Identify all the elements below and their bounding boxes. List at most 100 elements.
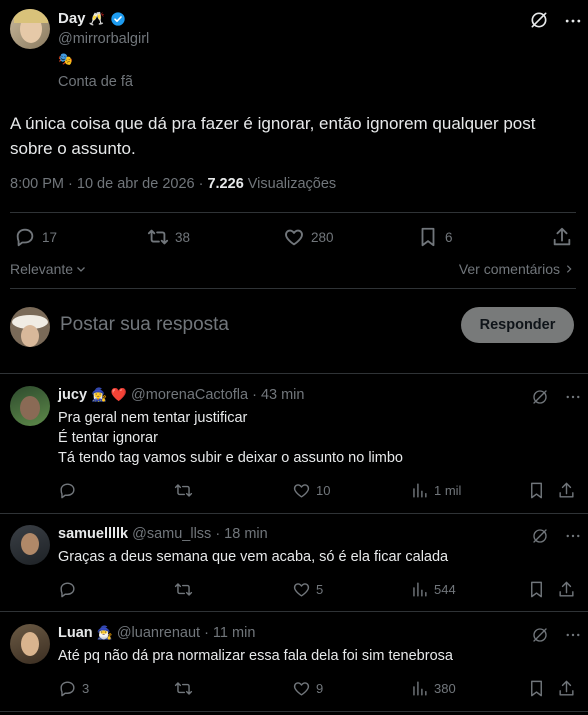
reply-author-emojis: 🧙‍♂️ <box>96 625 113 640</box>
bookmark-button[interactable] <box>527 481 546 500</box>
share-button[interactable] <box>557 481 576 500</box>
reply-action-bar: 3 9 380 <box>58 679 578 699</box>
bookmark-count: 6 <box>445 229 453 245</box>
bio-label: Conta de fã <box>58 74 133 90</box>
repost-button[interactable] <box>174 580 193 599</box>
reply-author-name[interactable]: Luan <box>58 625 93 641</box>
divider <box>10 288 576 289</box>
current-user-avatar[interactable] <box>10 307 50 347</box>
analytics-icon <box>413 681 427 696</box>
reply-author-name[interactable]: samuellllk <box>58 526 128 542</box>
share-icon <box>559 680 574 696</box>
grok-icon[interactable] <box>529 10 549 30</box>
share-button[interactable] <box>551 226 573 248</box>
reply-input[interactable]: Postar sua resposta <box>60 314 440 336</box>
reply-icon <box>60 681 75 697</box>
author-name[interactable]: Day <box>58 10 86 27</box>
bookmark-button[interactable] <box>527 580 546 599</box>
views-label: Visualizações <box>247 176 337 192</box>
like-count: 5 <box>316 582 324 597</box>
views-count: 380 <box>434 681 456 696</box>
reply-author-handle[interactable]: @luanrenaut <box>117 625 200 641</box>
more-options-icon[interactable] <box>563 11 583 31</box>
share-icon <box>559 581 574 597</box>
reply-button[interactable]: 3 <box>58 679 89 698</box>
heart-icon <box>283 226 305 248</box>
repost-button[interactable] <box>174 481 193 500</box>
post-text: A única coisa que dá pra fazer é ignorar… <box>10 114 536 158</box>
like-count: 9 <box>316 681 324 696</box>
like-button[interactable]: 10 <box>292 481 330 500</box>
sort-dropdown[interactable]: Relevante <box>10 261 87 277</box>
reply-submit-button[interactable]: Responder <box>461 307 574 343</box>
repost-icon <box>174 682 193 695</box>
like-button[interactable]: 5 <box>292 580 323 599</box>
sort-label: Relevante <box>10 261 74 277</box>
like-button[interactable]: 9 <box>292 679 323 698</box>
analytics-icon <box>413 582 427 597</box>
views-count: 1 mil <box>434 483 462 498</box>
reply-button[interactable] <box>58 580 77 599</box>
reply-avatar[interactable] <box>10 525 50 565</box>
views-button[interactable]: 380 <box>410 679 456 698</box>
heart-icon <box>293 682 310 696</box>
views-button[interactable]: 1 mil <box>410 481 461 500</box>
like-button[interactable]: 280 <box>283 226 334 248</box>
analytics-icon <box>413 483 427 498</box>
reply-author-handle[interactable]: @morenaCactofla <box>131 387 248 403</box>
divider <box>0 513 588 514</box>
reply-action-bar: 10 1 mil <box>58 481 578 501</box>
share-icon <box>551 226 573 248</box>
reply-text-line: Graças a deus semana que vem acaba, só é… <box>58 549 449 565</box>
heart-icon <box>293 484 310 498</box>
reply-icon <box>14 226 36 248</box>
post-timestamp[interactable]: 8:00 PM · 10 de abr de 2026 · <box>10 176 203 192</box>
bookmark-icon <box>531 680 542 697</box>
bookmark-button[interactable]: 6 <box>417 226 453 248</box>
reply-time[interactable]: · 43 min <box>252 387 304 403</box>
views-count: 7.226 <box>207 176 244 192</box>
verified-badge-icon <box>110 11 126 27</box>
views-button[interactable]: 544 <box>410 580 456 599</box>
bookmark-button[interactable] <box>527 679 546 698</box>
grok-icon[interactable] <box>531 626 549 644</box>
share-button[interactable] <box>557 679 576 698</box>
reply-author-emojis: 🧙‍♀️ ❤️ <box>91 387 128 402</box>
reply-time[interactable]: · 11 min <box>204 625 255 641</box>
author-handle[interactable]: @mirrorbalgirl <box>58 31 149 47</box>
divider <box>0 611 588 612</box>
author-name-emoji: 🥂 <box>88 10 105 26</box>
see-comments-label: Ver comentários <box>458 261 560 277</box>
see-comments-link[interactable]: Ver comentários <box>459 261 574 277</box>
share-icon <box>559 482 574 498</box>
more-options-icon[interactable] <box>564 626 582 644</box>
chevron-right-icon <box>564 263 574 275</box>
author-avatar[interactable] <box>10 9 50 49</box>
grok-icon[interactable] <box>531 388 549 406</box>
reply-author-name[interactable]: jucy <box>58 387 87 403</box>
more-options-icon[interactable] <box>564 388 582 406</box>
reply-text-line: Pra geral nem tentar justificar <box>58 410 248 426</box>
reply-button[interactable]: 17 <box>14 226 57 248</box>
reply-time[interactable]: · 18 min <box>215 526 267 542</box>
bookmark-icon <box>531 482 542 499</box>
repost-icon <box>147 226 169 248</box>
chevron-down-icon <box>75 263 87 275</box>
reply-avatar[interactable] <box>10 386 50 426</box>
like-count: 280 <box>311 229 334 245</box>
repost-count: 38 <box>175 229 191 245</box>
reply-icon <box>60 483 75 499</box>
like-count: 10 <box>316 483 331 498</box>
divider <box>0 373 588 374</box>
more-options-icon[interactable] <box>564 527 582 545</box>
reply-button[interactable] <box>58 481 77 500</box>
reply-action-bar: 5 544 <box>58 580 578 600</box>
reply-author-handle[interactable]: @samu_llss <box>132 526 211 542</box>
repost-button[interactable]: 38 <box>147 226 190 248</box>
grok-icon[interactable] <box>531 527 549 545</box>
reply-avatar[interactable] <box>10 624 50 664</box>
share-button[interactable] <box>557 580 576 599</box>
repost-icon <box>174 583 193 596</box>
repost-button[interactable] <box>174 679 193 698</box>
heart-icon <box>293 583 310 597</box>
